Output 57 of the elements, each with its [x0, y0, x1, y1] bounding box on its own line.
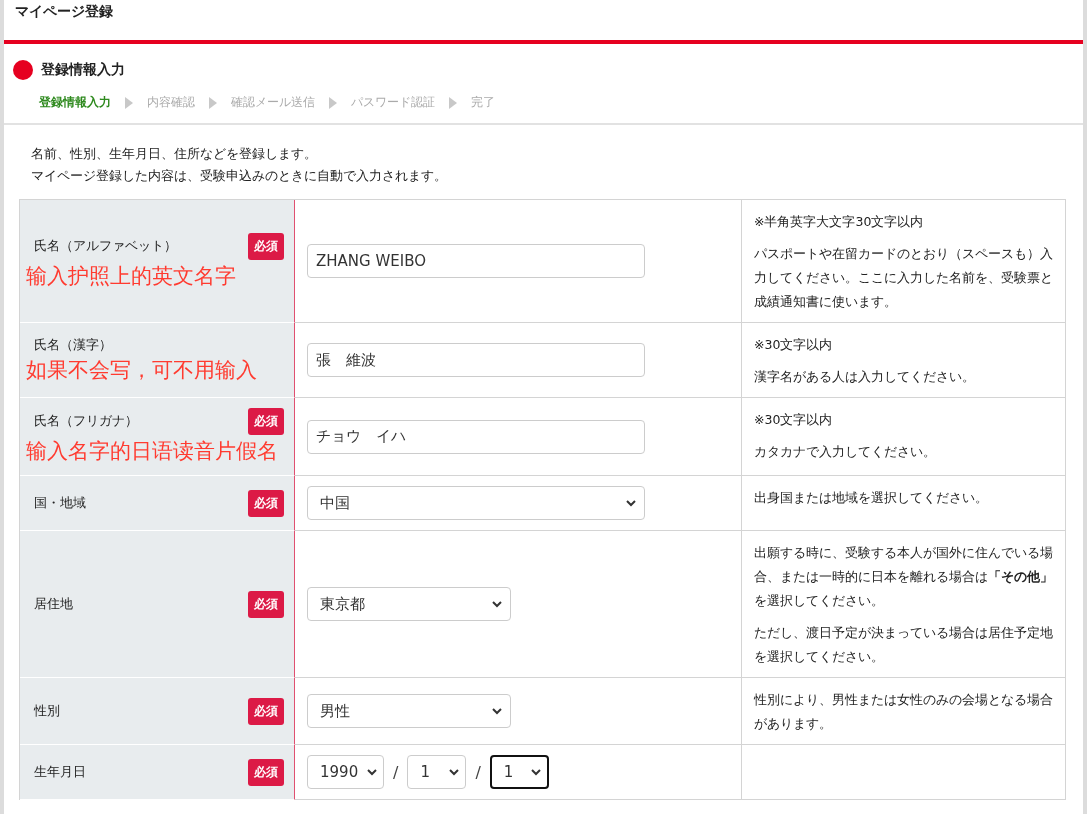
intro-text: マイページ登録した内容は、受験申込みのときに自動で入力されます。	[31, 167, 448, 185]
required-badge: 必須	[248, 408, 284, 435]
dropdown-select[interactable]: 1	[407, 755, 467, 789]
progress-step: 完了	[471, 94, 495, 111]
progress-step: 内容確認	[147, 94, 195, 111]
chevron-down-icon	[367, 768, 377, 776]
help-text: ※30文字以内	[754, 336, 834, 354]
date-separator: /	[475, 762, 481, 782]
text-input-field[interactable]: チョウ イハ	[307, 419, 645, 454]
help-text: パスポートや在留カードのとおり（スペースも）入力してください。ここに入力した名前を、受験票と成績通知書に使います。	[754, 245, 1053, 311]
chevron-down-icon	[492, 600, 502, 608]
text-input-field[interactable]: 張 維波	[307, 343, 645, 377]
annotation-text: 输入护照上的英文名字	[26, 262, 237, 290]
annotation-text: 输入名字的日语读音片假名	[26, 438, 279, 465]
required-badge: 必須	[248, 697, 284, 725]
dropdown-select[interactable]: 中国	[307, 486, 645, 520]
date-separator: /	[393, 762, 399, 782]
help-text: ただし、渡日予定が決まっている場合は居住予定地を選択してください。	[754, 624, 1053, 666]
section-title: 登録情報入力	[41, 61, 125, 79]
field-label: 氏名（アルファベット）	[34, 237, 177, 255]
required-badge: 必須	[248, 232, 284, 260]
dropdown-select[interactable]: 1990	[307, 755, 384, 789]
step-arrow-icon	[209, 96, 217, 109]
progress-step: 確認メール送信	[231, 94, 315, 111]
help-text: 漢字名がある人は入力してください。	[754, 368, 976, 386]
field-label: 氏名（漢字）	[34, 336, 112, 354]
text-input-field[interactable]: ZHANG WEIBO	[307, 244, 645, 278]
field-label: 生年月日	[34, 763, 86, 781]
chevron-down-icon	[492, 707, 502, 715]
help-text: ※半角英字大文字30文字以内	[754, 213, 925, 231]
field-label: 居住地	[34, 595, 73, 613]
chevron-down-icon	[530, 768, 541, 776]
field-label: 氏名（フリガナ）	[34, 413, 138, 430]
intro-text: 名前、性別、生年月日、住所などを登録します。	[31, 145, 318, 163]
help-text: 出願する時に、受験する本人が国外に住んでいる場合、または一時的に日本を離れる場合は「その他」を選択してください。	[754, 544, 1053, 610]
field-label: 国・地域	[34, 494, 86, 512]
dropdown-select[interactable]: 1	[489, 755, 549, 789]
help-text: カタカナで入力してください。	[754, 443, 937, 461]
field-label: 性別	[34, 702, 60, 720]
help-text: ※30文字以内	[754, 411, 834, 429]
step-arrow-icon	[329, 96, 337, 109]
required-badge: 必須	[248, 758, 284, 786]
required-badge: 必須	[248, 590, 284, 618]
page-title: マイページ登録	[15, 3, 113, 21]
help-text: 性別により、男性または女性のみの会場となる場合があります。	[754, 691, 1053, 733]
dropdown-select[interactable]: 男性	[307, 694, 511, 728]
progress-step: パスワード認証	[351, 94, 435, 111]
chevron-down-icon	[626, 499, 636, 507]
progress-step: 登録情報入力	[39, 94, 111, 111]
help-text: 出身国または地域を選択してください。	[754, 489, 989, 507]
step-arrow-icon	[449, 96, 457, 109]
chevron-down-icon	[449, 768, 460, 776]
annotation-text: 如果不会写，可不用输入	[26, 356, 258, 384]
required-badge: 必須	[248, 489, 284, 517]
step-arrow-icon	[125, 96, 133, 109]
bullet-dot-icon	[13, 60, 33, 80]
dropdown-select[interactable]: 東京都	[307, 587, 511, 621]
